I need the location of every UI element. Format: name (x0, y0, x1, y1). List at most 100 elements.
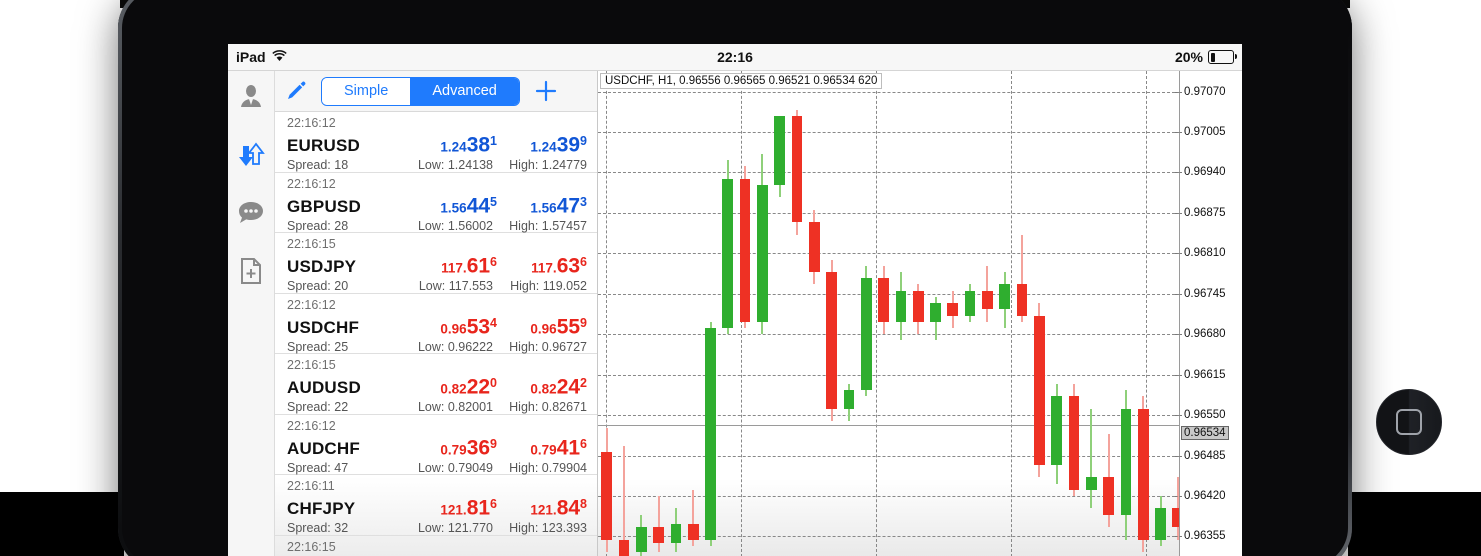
quote-low: Low: 117.553 (407, 279, 501, 294)
quotes-list[interactable]: 22:16:12EURUSD1.243811.24399Spread: 18Lo… (275, 112, 597, 556)
quote-low: Low: 0.82001 (407, 400, 501, 415)
quote-symbol: EURUSD (287, 135, 407, 157)
pencil-icon[interactable] (285, 80, 307, 102)
chart-candle (913, 71, 924, 556)
app-body: Simple Advanced 22:16:12EURUSD1.243811.2… (228, 71, 1242, 556)
chart-candle (861, 71, 872, 556)
quote-bid: 1.56445 (407, 191, 497, 219)
chart-y-tick-label: 0.96420 (1184, 490, 1226, 502)
chart-gridline-vertical (876, 71, 877, 556)
chart-candle (757, 71, 768, 556)
segment-simple[interactable]: Simple (322, 78, 410, 105)
quote-spread: Spread: 28 (287, 219, 407, 234)
quote-high: High: 123.393 (501, 521, 587, 536)
rail-item-chat[interactable] (232, 195, 270, 235)
quote-symbol: AUDCHF (287, 438, 407, 460)
quote-bid: 117.616 (407, 251, 497, 279)
chart-candle (1155, 71, 1166, 556)
chart-y-tick-label: 0.96355 (1184, 530, 1226, 542)
quote-symbol: CHFJPY (287, 498, 407, 520)
chart-candle (982, 71, 993, 556)
chart-candle (740, 71, 751, 556)
chart-candle (774, 71, 785, 556)
quote-row[interactable]: 22:16:11CHFJPY121.816121.848Spread: 32Lo… (275, 475, 597, 536)
quote-row[interactable]: 22:16:12USDCHF0.965340.96559Spread: 25Lo… (275, 294, 597, 355)
chart-candle (844, 71, 855, 556)
segment-advanced[interactable]: Advanced (410, 78, 519, 105)
chart-candle (826, 71, 837, 556)
chart-candle (722, 71, 733, 556)
quote-low: Low: 0.79049 (407, 461, 501, 476)
chart-y-tick-label: 0.96940 (1184, 166, 1226, 178)
screenshot-stage: iPad 22:16 20% (0, 0, 1481, 556)
icon-rail (228, 71, 275, 556)
quote-time: 22:16:15 (287, 358, 587, 372)
account-icon (238, 84, 264, 115)
rail-item-accounts[interactable] (232, 79, 270, 119)
quotes-toolbar: Simple Advanced (275, 71, 597, 112)
quote-spread: Spread: 22 (287, 400, 407, 415)
quote-symbol: AUDUSD (287, 377, 407, 399)
home-button[interactable] (1376, 389, 1442, 455)
chart-candle (688, 71, 699, 556)
quotes-panel: Simple Advanced 22:16:12EURUSD1.243811.2… (275, 71, 598, 556)
quote-row[interactable]: 22:16:12GBPUSD1.564451.56473Spread: 28Lo… (275, 173, 597, 234)
chart-y-tick-label: 0.96615 (1184, 369, 1226, 381)
rail-item-quotes[interactable] (232, 137, 270, 177)
chart-candle (601, 71, 612, 556)
chart-candle (671, 71, 682, 556)
chart-gridline-vertical (1011, 71, 1012, 556)
quote-row[interactable]: 22:16:15 (275, 536, 597, 556)
quote-ask: 1.24399 (497, 130, 587, 158)
quote-time: 22:16:12 (287, 177, 587, 191)
chart-candle (1017, 71, 1028, 556)
chat-bubble-icon (237, 200, 265, 231)
quote-row[interactable]: 22:16:12AUDCHF0.793690.79416Spread: 47Lo… (275, 415, 597, 476)
chart-candle (1034, 71, 1045, 556)
chart-candle (930, 71, 941, 556)
chart-panel[interactable]: USDCHF, H1, 0.96556 0.96565 0.96521 0.96… (598, 71, 1242, 556)
quote-row[interactable]: 22:16:12EURUSD1.243811.24399Spread: 18Lo… (275, 112, 597, 173)
quote-bid: 121.816 (407, 493, 497, 521)
chart-y-tick-label: 0.96550 (1184, 409, 1226, 421)
quote-time: 22:16:11 (287, 479, 587, 493)
chart-candle (1086, 71, 1097, 556)
status-right: 20% (1175, 49, 1234, 65)
view-mode-segmented-control[interactable]: Simple Advanced (321, 77, 520, 106)
chart-y-tick-label: 0.97005 (1184, 126, 1226, 138)
chart-candle (999, 71, 1010, 556)
quote-high: High: 0.79904 (501, 461, 587, 476)
chart-candle (809, 71, 820, 556)
chart-candle (1103, 71, 1114, 556)
chart-y-tick-label: 0.96485 (1184, 450, 1226, 462)
quote-ask: 117.636 (497, 251, 587, 279)
quote-symbol: USDCHF (287, 317, 407, 339)
quote-ask: 0.79416 (497, 433, 587, 461)
chart-candle (965, 71, 976, 556)
chart-y-tick-label: 0.96745 (1184, 288, 1226, 300)
quote-time: 22:16:15 (287, 237, 587, 251)
quote-low: Low: 1.24138 (407, 158, 501, 173)
chart-plot-area[interactable] (598, 71, 1180, 556)
chart-candle (705, 71, 716, 556)
quote-ask: 1.56473 (497, 191, 587, 219)
chart-candle (792, 71, 803, 556)
quote-time: 22:16:12 (287, 298, 587, 312)
quote-row[interactable]: 22:16:15USDJPY117.616117.636Spread: 20Lo… (275, 233, 597, 294)
quote-symbol: GBPUSD (287, 196, 407, 218)
quote-high: High: 0.82671 (501, 400, 587, 415)
ipad-screen: iPad 22:16 20% (228, 44, 1242, 556)
chart-price-axis: 0.970700.970050.969400.968750.968100.967… (1179, 71, 1242, 556)
chart-candle (636, 71, 647, 556)
new-document-icon (239, 257, 263, 290)
plus-icon[interactable] (534, 79, 558, 103)
quote-spread: Spread: 47 (287, 461, 407, 476)
quote-row[interactable]: 22:16:15AUDUSD0.822200.82242Spread: 22Lo… (275, 354, 597, 415)
quote-high: High: 0.96727 (501, 340, 587, 355)
quote-ask: 121.848 (497, 493, 587, 521)
background-prop-left (0, 492, 124, 556)
rail-item-news[interactable] (232, 253, 270, 293)
chart-candle (1121, 71, 1132, 556)
quote-spread: Spread: 25 (287, 340, 407, 355)
status-bar: iPad 22:16 20% (228, 44, 1242, 71)
